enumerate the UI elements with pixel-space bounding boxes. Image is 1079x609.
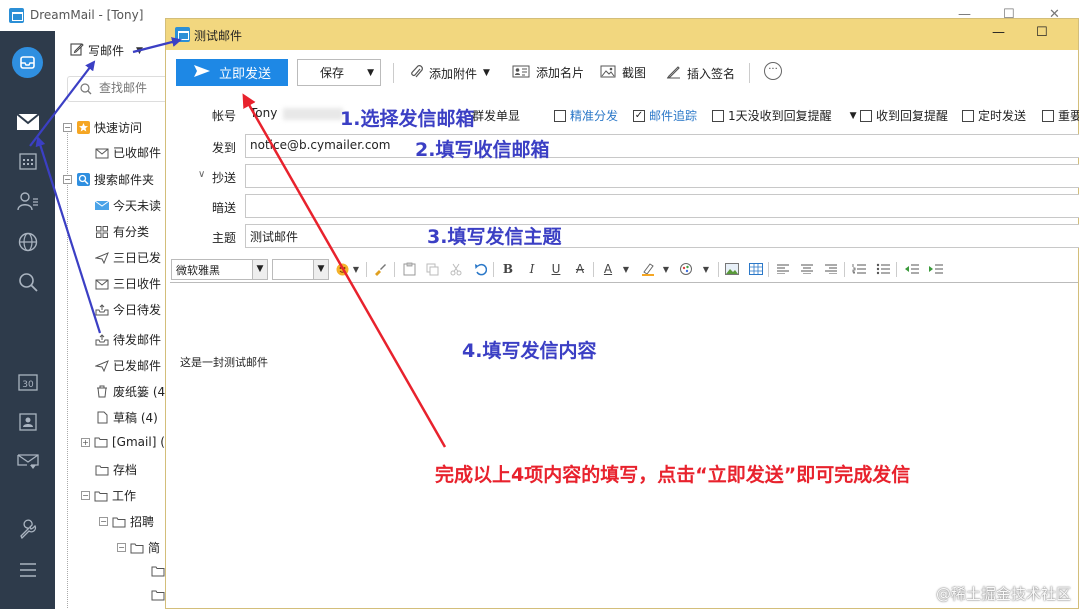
annotation-final: 完成以上4项内容的填写，点击“立即发送”即可完成发信	[435, 464, 911, 486]
blue-arrow-compose-to-dialog	[132, 37, 182, 54]
watermark: @稀土掘金技术社区	[935, 585, 1071, 603]
annotation-step4: 4.填写发信内容	[462, 340, 597, 362]
annotation-step2: 2.填写收信邮箱	[415, 139, 550, 161]
blue-arrow-mail-icon	[35, 136, 102, 334]
blue-arrow-sidebar-to-compose	[29, 60, 96, 147]
annotation-arrows	[29, 37, 447, 448]
annotation-step3: 3.填写发信主题	[427, 226, 562, 248]
screenshot-root: DreamMail - [Tony] — ☐ ✕ 30 写邮件 查找邮件 − 快…	[0, 0, 1079, 609]
annotation-step1: 1.选择发信邮箱	[340, 108, 475, 130]
